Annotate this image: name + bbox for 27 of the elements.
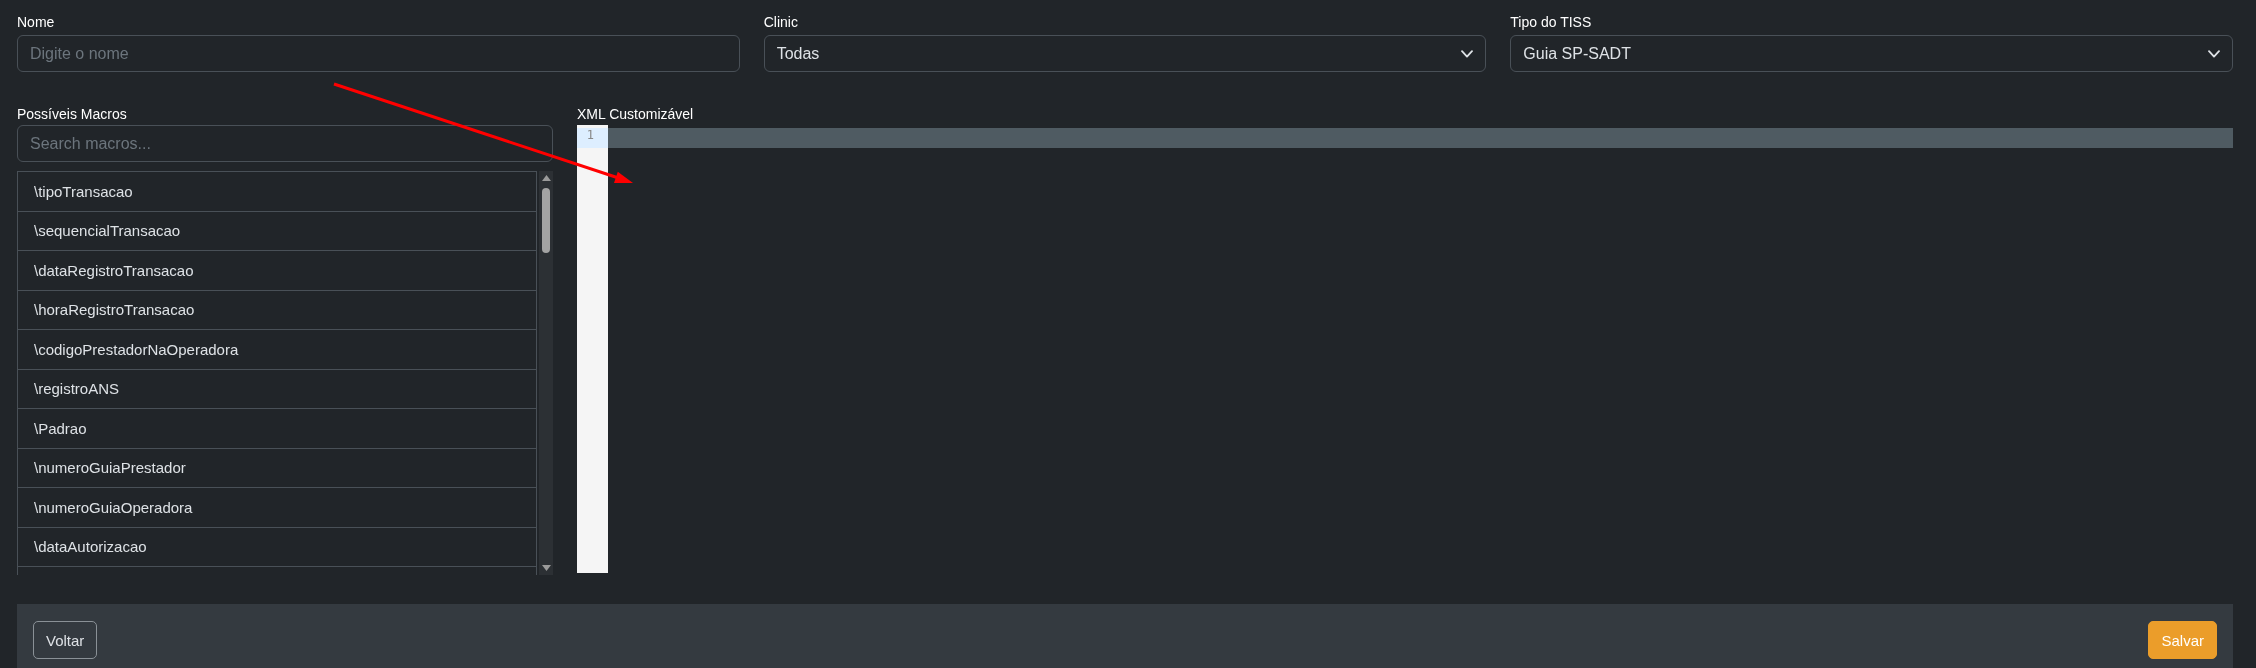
field-label: Possíveis Macros	[17, 105, 127, 124]
search-input[interactable]: Search macros...	[17, 125, 553, 162]
macro-list-item[interactable]: \numeroGuiaOperadora	[18, 488, 536, 528]
field-label: Clinic	[763, 13, 798, 32]
select-dropdown[interactable]: Todas	[763, 35, 1487, 72]
chevron-down-icon	[2208, 49, 2220, 58]
back-button[interactable]: Voltar	[33, 621, 98, 659]
scrollbar-thumb[interactable]	[542, 188, 550, 253]
text-input[interactable]: Digite o nome	[17, 35, 740, 72]
macro-list-item[interactable]: \registroANS	[18, 369, 536, 409]
caret-down-icon[interactable]	[541, 565, 551, 571]
macro-list-item[interactable]: \horaRegistroTransacao	[18, 290, 536, 330]
field-label: XML Customizável	[577, 105, 694, 124]
field-label: Tipo do TISS	[1510, 13, 1592, 32]
macro-list-item[interactable]: \sequencialTransacao	[18, 211, 536, 251]
select-dropdown[interactable]: Guia SP-SADT	[1510, 35, 2233, 72]
macro-list-item[interactable]: \tipoTransacao	[18, 172, 536, 212]
chevron-down-icon	[1461, 49, 1474, 58]
line-number: 1	[577, 128, 608, 148]
macro-list-item[interactable]: \numeroGuiaPrestador	[18, 448, 536, 488]
macro-list-item[interactable]: \codigoPrestadorNaOperadora	[18, 330, 536, 370]
macro-list-item[interactable]: \Padrao	[18, 409, 536, 449]
scrollbar-track[interactable]	[539, 171, 553, 575]
field-label: Nome	[17, 13, 55, 32]
caret-up-icon[interactable]	[541, 175, 551, 181]
macro-list-item[interactable]: \dataRegistroTransacao	[18, 251, 536, 291]
macro-list-item[interactable]: \dataAutorizacao	[18, 527, 536, 567]
